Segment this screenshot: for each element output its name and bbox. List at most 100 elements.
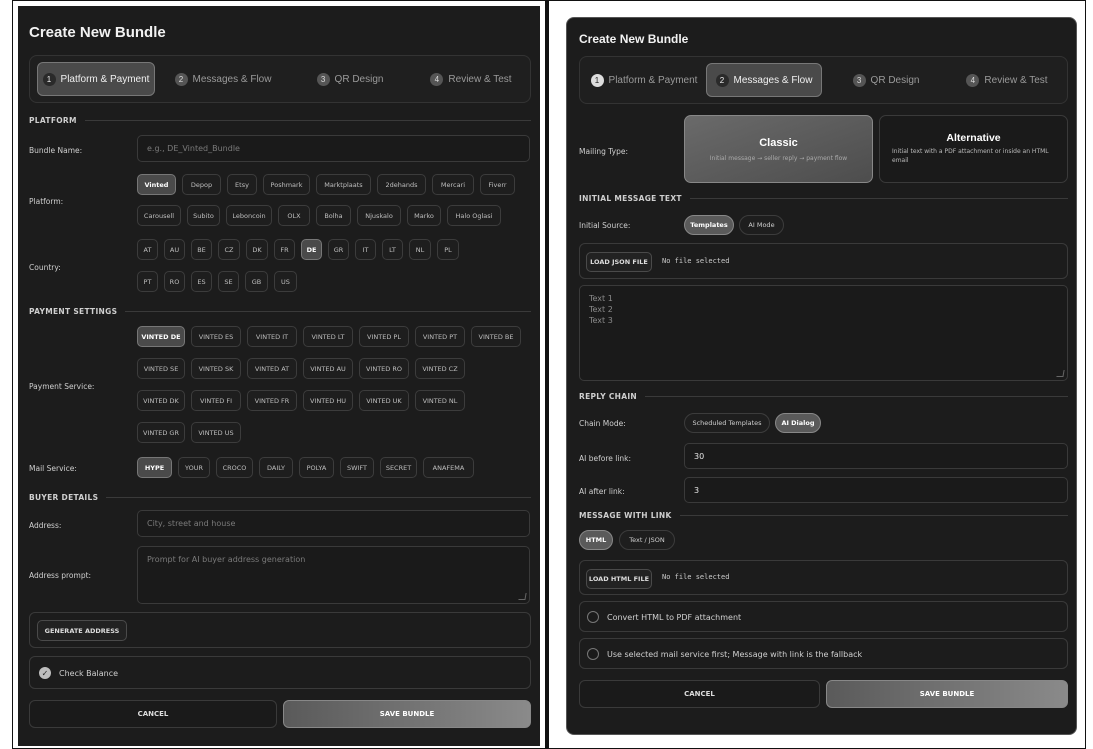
country-chip-lt[interactable]: LT (382, 239, 403, 260)
payment-chip-vinted-cz[interactable]: VINTED CZ (415, 358, 465, 379)
resize-grip-icon[interactable] (518, 593, 527, 600)
country-chip-ro[interactable]: RO (164, 271, 185, 292)
tab-messages-flow[interactable]: 2 Messages & Flow (706, 63, 822, 97)
payment-chip-vinted-be[interactable]: VINTED BE (471, 326, 521, 347)
payment-chip-vinted-se[interactable]: VINTED SE (137, 358, 185, 379)
payment-chip-vinted-es[interactable]: VINTED ES (191, 326, 241, 347)
country-chip-be[interactable]: BE (191, 239, 212, 260)
country-chip-dk[interactable]: DK (246, 239, 268, 260)
ai-after-link-input[interactable]: 3 (684, 477, 1068, 503)
link-format-text-json-toggle[interactable]: Text / JSON (619, 530, 675, 550)
source-templates-toggle[interactable]: Templates (684, 215, 734, 235)
mail-chip-daily[interactable]: DAILY (259, 457, 293, 478)
use-mail-service-first-checkbox[interactable]: Use selected mail service first; Message… (587, 648, 862, 660)
country-chip-au[interactable]: AU (164, 239, 185, 260)
payment-chip-vinted-at[interactable]: VINTED AT (247, 358, 297, 379)
mail-chip-polya[interactable]: POLYA (299, 457, 334, 478)
mail-chip-swift[interactable]: SWIFT (340, 457, 374, 478)
country-chip-it[interactable]: IT (355, 239, 376, 260)
platform-chip-njuskalo[interactable]: Njuskalo (357, 205, 401, 226)
chain-ai-dialog-toggle[interactable]: AI Dialog (775, 413, 821, 433)
tab-review-test[interactable]: 4 Review & Test (950, 63, 1064, 97)
address-input[interactable]: City, street and house (137, 510, 530, 537)
payment-chip-vinted-sk[interactable]: VINTED SK (191, 358, 241, 379)
initial-message-textarea[interactable]: Text 1 Text 2 Text 3 (579, 285, 1068, 381)
country-chip-at[interactable]: AT (137, 239, 158, 260)
platform-chip-depop[interactable]: Depop (182, 174, 221, 195)
payment-chip-vinted-pl[interactable]: VINTED PL (359, 326, 409, 347)
mail-chip-your[interactable]: YOUR (178, 457, 210, 478)
tab-qr-design[interactable]: 3 QR Design (290, 62, 410, 96)
payment-chip-vinted-dk[interactable]: VINTED DK (137, 390, 185, 411)
payment-chip-vinted-fr[interactable]: VINTED FR (247, 390, 297, 411)
payment-chip-vinted-it[interactable]: VINTED IT (247, 326, 297, 347)
mail-chip-croco[interactable]: CROCO (216, 457, 253, 478)
convert-pdf-checkbox[interactable]: Convert HTML to PDF attachment (587, 611, 741, 623)
platform-chip-bolha[interactable]: Bolha (316, 205, 351, 226)
tab-messages-flow[interactable]: 2 Messages & Flow (163, 62, 283, 96)
generate-address-button[interactable]: GENERATE ADDRESS (37, 620, 127, 641)
payment-chip-vinted-hu[interactable]: VINTED HU (303, 390, 353, 411)
platform-chip-fiverr[interactable]: Fiverr (480, 174, 515, 195)
country-chip-gb[interactable]: GB (245, 271, 268, 292)
payment-chip-vinted-pt[interactable]: VINTED PT (415, 326, 465, 347)
save-bundle-button[interactable]: SAVE BUNDLE (826, 680, 1068, 708)
country-chip-de[interactable]: DE (301, 239, 322, 260)
source-ai-mode-toggle[interactable]: AI Mode (739, 215, 784, 235)
country-chip-nl[interactable]: NL (409, 239, 431, 260)
platform-chip-marko[interactable]: Marko (407, 205, 441, 226)
cancel-button[interactable]: CANCEL (29, 700, 277, 728)
load-html-file-button[interactable]: LOAD HTML FILE (586, 569, 652, 589)
check-balance-checkbox[interactable]: ✓ Check Balance (39, 667, 118, 679)
platform-chip-mercari[interactable]: Mercari (432, 174, 474, 195)
platform-chip-2dehands[interactable]: 2dehands (377, 174, 426, 195)
country-chip-es[interactable]: ES (191, 271, 212, 292)
tab-qr-design[interactable]: 3 QR Design (830, 63, 942, 97)
platform-chip-etsy[interactable]: Etsy (227, 174, 257, 195)
payment-chip-vinted-nl[interactable]: VINTED NL (415, 390, 465, 411)
payment-chip-vinted-fi[interactable]: VINTED FI (191, 390, 241, 411)
country-chip-us[interactable]: US (274, 271, 297, 292)
payment-chip-vinted-de[interactable]: VINTED DE (137, 326, 185, 347)
payment-chip-vinted-us[interactable]: VINTED US (191, 422, 241, 443)
mail-chip-secret[interactable]: SECRET (380, 457, 417, 478)
payment-chip-vinted-ro[interactable]: VINTED RO (359, 358, 409, 379)
platform-chip-subito[interactable]: Subito (187, 205, 220, 226)
link-format-html-toggle[interactable]: HTML (579, 530, 613, 550)
platform-chip-carousell[interactable]: Carousell (137, 205, 181, 226)
country-chip-pt[interactable]: PT (137, 271, 158, 292)
resize-grip-icon[interactable] (1056, 370, 1065, 377)
platform-chip-leboncoin[interactable]: Leboncoin (226, 205, 272, 226)
payment-chip-vinted-au[interactable]: VINTED AU (303, 358, 353, 379)
country-chip-cz[interactable]: CZ (218, 239, 240, 260)
platform-chip-poshmark[interactable]: Poshmark (263, 174, 310, 195)
ai-before-link-input[interactable]: 30 (684, 443, 1068, 469)
platform-chip-vinted[interactable]: Vinted (137, 174, 176, 195)
platform-chip-halo-oglasi[interactable]: Halo Oglasi (447, 205, 501, 226)
tab-review-test[interactable]: 4 Review & Test (412, 62, 530, 96)
chain-scheduled-templates-toggle[interactable]: Scheduled Templates (684, 413, 770, 433)
country-chip-fr[interactable]: FR (274, 239, 295, 260)
country-chip-pl[interactable]: PL (437, 239, 459, 260)
mail-chip-anafema[interactable]: ANAFEMA (423, 457, 474, 478)
payment-chip-vinted-lt[interactable]: VINTED LT (303, 326, 353, 347)
cancel-button[interactable]: CANCEL (579, 680, 820, 708)
tab-platform-payment[interactable]: 1 Platform & Payment (37, 62, 155, 96)
payment-chip-vinted-gr[interactable]: VINTED GR (137, 422, 185, 443)
address-prompt-textarea[interactable]: Prompt for AI buyer address generation (137, 546, 530, 604)
tab-platform-payment[interactable]: 1 Platform & Payment (585, 63, 703, 97)
mailing-type-classic[interactable]: Classic Initial message → seller reply →… (684, 115, 873, 183)
payment-chip-vinted-uk[interactable]: VINTED UK (359, 390, 409, 411)
platform-chip-olx[interactable]: OLX (278, 205, 310, 226)
section-reply-chain: REPLY CHAIN (579, 392, 1068, 401)
platform-chip-marktplaats[interactable]: Marktplaats (316, 174, 371, 195)
ai-after-link-label: AI after link: (579, 487, 625, 496)
country-chip-gr[interactable]: GR (328, 239, 349, 260)
mail-chip-hype[interactable]: HYPE (137, 457, 172, 478)
bundle-name-input[interactable]: e.g., DE_Vinted_Bundle (137, 135, 530, 162)
save-bundle-button[interactable]: SAVE BUNDLE (283, 700, 531, 728)
mailing-type-alternative[interactable]: Alternative Initial text with a PDF atta… (879, 115, 1068, 183)
country-chip-se[interactable]: SE (218, 271, 239, 292)
load-json-file-button[interactable]: LOAD JSON FILE (586, 252, 652, 272)
chain-mode-label: Chain Mode: (579, 419, 626, 428)
